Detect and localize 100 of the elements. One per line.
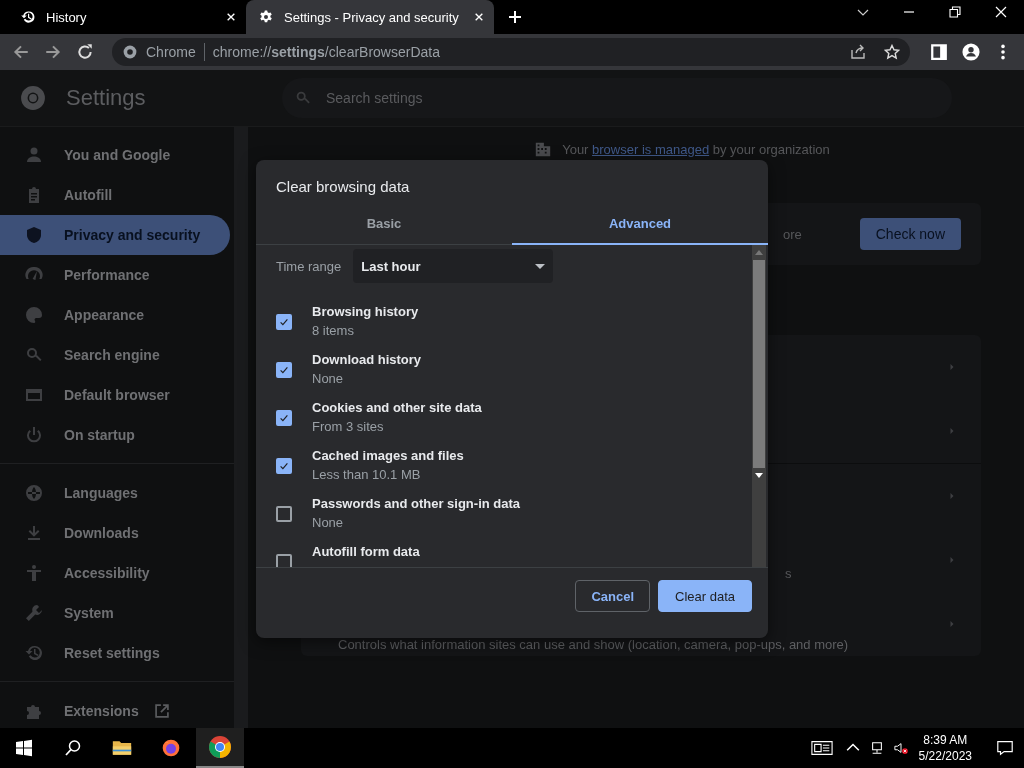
check-icon [278, 412, 290, 424]
checkbox-label: Autofill form data [312, 544, 420, 559]
sidebar-item[interactable]: You and Google [0, 135, 230, 175]
check-now-button[interactable]: Check now [859, 218, 961, 250]
item-detail: None [312, 371, 345, 386]
sidebar-item[interactable]: Languages [0, 473, 230, 513]
item-detail: From 3 sites [312, 419, 385, 434]
caret-icon [535, 263, 546, 269]
taskbar-button[interactable] [196, 728, 244, 768]
close-icon[interactable] [995, 6, 1007, 18]
side-panel-icon[interactable] [930, 43, 948, 61]
history-icon [24, 643, 44, 663]
chevron-right-icon [949, 427, 955, 435]
sidebar-item[interactable]: Autofill [0, 175, 230, 215]
search-bar[interactable]: Search settings [282, 78, 952, 118]
checkbox[interactable] [276, 362, 292, 378]
person-arms-icon [24, 563, 44, 583]
site-label: Chrome [146, 44, 196, 60]
sidebar-item[interactable]: System [0, 593, 230, 633]
dialog-tab[interactable]: Basic [256, 204, 512, 245]
sidebar-item[interactable]: Search engine [0, 335, 230, 375]
star-icon[interactable] [884, 44, 900, 60]
cancel-button[interactable]: Cancel [575, 580, 650, 612]
close-icon[interactable] [474, 12, 484, 22]
share-icon[interactable] [850, 44, 866, 60]
external-link-icon [152, 702, 171, 720]
chrome-logo-icon [208, 735, 232, 759]
managed-notice: Your browser is managed by your organization [562, 141, 830, 157]
windows-logo-icon[interactable] [14, 738, 34, 758]
forward-icon[interactable] [44, 43, 62, 61]
profile-icon[interactable] [962, 43, 980, 61]
checkbox[interactable] [276, 410, 292, 426]
chevron-right-icon [949, 492, 955, 500]
clock-time[interactable]: 8:39 AM [923, 732, 968, 748]
notifications-icon[interactable] [994, 739, 1016, 757]
checkbox[interactable] [276, 506, 292, 522]
sidebar-item[interactable]: Privacy and security [0, 215, 230, 255]
check-icon [278, 364, 290, 376]
sidebar-item[interactable]: Appearance [0, 295, 230, 335]
checkbox[interactable] [276, 314, 292, 330]
restore-icon[interactable] [949, 6, 961, 18]
item-detail: None [312, 515, 345, 530]
reload-icon[interactable] [76, 43, 94, 61]
wrench-icon [24, 603, 44, 623]
item-detail: 8 items [312, 323, 355, 338]
dialog-tab[interactable]: Advanced [512, 204, 768, 245]
time-range-dropdown[interactable]: Last hour [353, 249, 554, 283]
item-detail: Less than 10.1 MB [312, 467, 422, 482]
setting-description: Controls what information sites can use and show (location, camera, pop-ups, and more) [338, 637, 849, 652]
shield-icon [24, 225, 44, 245]
firefox-logo-icon[interactable] [161, 738, 181, 758]
scroll-down-icon[interactable] [755, 473, 763, 478]
checkbox-label: Cached images and files [312, 448, 464, 463]
checkbox-label: Browsing history [312, 304, 419, 319]
building-icon [534, 140, 553, 158]
checkbox[interactable] [276, 458, 292, 474]
power-icon [24, 425, 44, 445]
sidebar-item[interactable]: Extensions [0, 691, 230, 731]
scrollbar[interactable] [752, 245, 766, 567]
history-icon [20, 9, 36, 25]
check-icon [278, 460, 290, 472]
folder-icon[interactable] [112, 738, 132, 758]
person-icon [24, 145, 44, 165]
new-tab-icon[interactable] [508, 10, 522, 24]
network-icon[interactable] [869, 741, 884, 755]
sidebar-item[interactable]: Accessibility [0, 553, 230, 593]
gear-icon [258, 9, 274, 25]
chrome-logo-icon [20, 85, 46, 111]
chevron-right-icon [949, 556, 955, 564]
browser-tab[interactable]: History [8, 0, 246, 34]
checkbox-label: Passwords and other sign-in data [312, 496, 521, 511]
clear-data-button[interactable]: Clear data [658, 580, 752, 612]
clock-date[interactable]: 5/22/2023 [918, 748, 972, 764]
address-bar[interactable]: Chrome chrome://settings/clearBrowserData [112, 38, 910, 66]
search-icon[interactable] [63, 738, 83, 758]
chrome-logo-icon [122, 44, 138, 60]
card-text: ore [783, 226, 802, 242]
checkbox-label: Download history [312, 352, 422, 367]
sidebar-item[interactable]: Downloads [0, 513, 230, 553]
chevron-right-icon [949, 363, 955, 371]
time-range-label: Time range [276, 258, 342, 274]
sidebar-item[interactable]: Default browser [0, 375, 230, 415]
checkbox[interactable] [276, 554, 292, 567]
muted-speaker-icon[interactable] [893, 741, 908, 755]
search-field[interactable]: Search settings [324, 89, 940, 107]
sidebar-item[interactable]: Performance [0, 255, 230, 295]
url-text: chrome://settings/clearBrowserData [212, 44, 440, 60]
sidebar-item[interactable]: On startup [0, 415, 230, 455]
chevron-right-icon [949, 620, 955, 628]
checkbox-label: Cookies and other site data [312, 400, 482, 415]
close-icon[interactable] [226, 12, 236, 22]
scrollbar[interactable] [234, 127, 248, 728]
news-icon[interactable] [810, 739, 833, 757]
dialog-title: Clear browsing data [275, 177, 411, 197]
sidebar-item[interactable]: Reset settings [0, 633, 230, 673]
settings-title: Settings [66, 85, 146, 111]
card-text: s [785, 566, 792, 581]
managed-link[interactable]: browser is managed [592, 141, 710, 157]
back-icon[interactable] [12, 43, 30, 61]
browser-tab[interactable]: Settings - Privacy and security [246, 0, 494, 34]
